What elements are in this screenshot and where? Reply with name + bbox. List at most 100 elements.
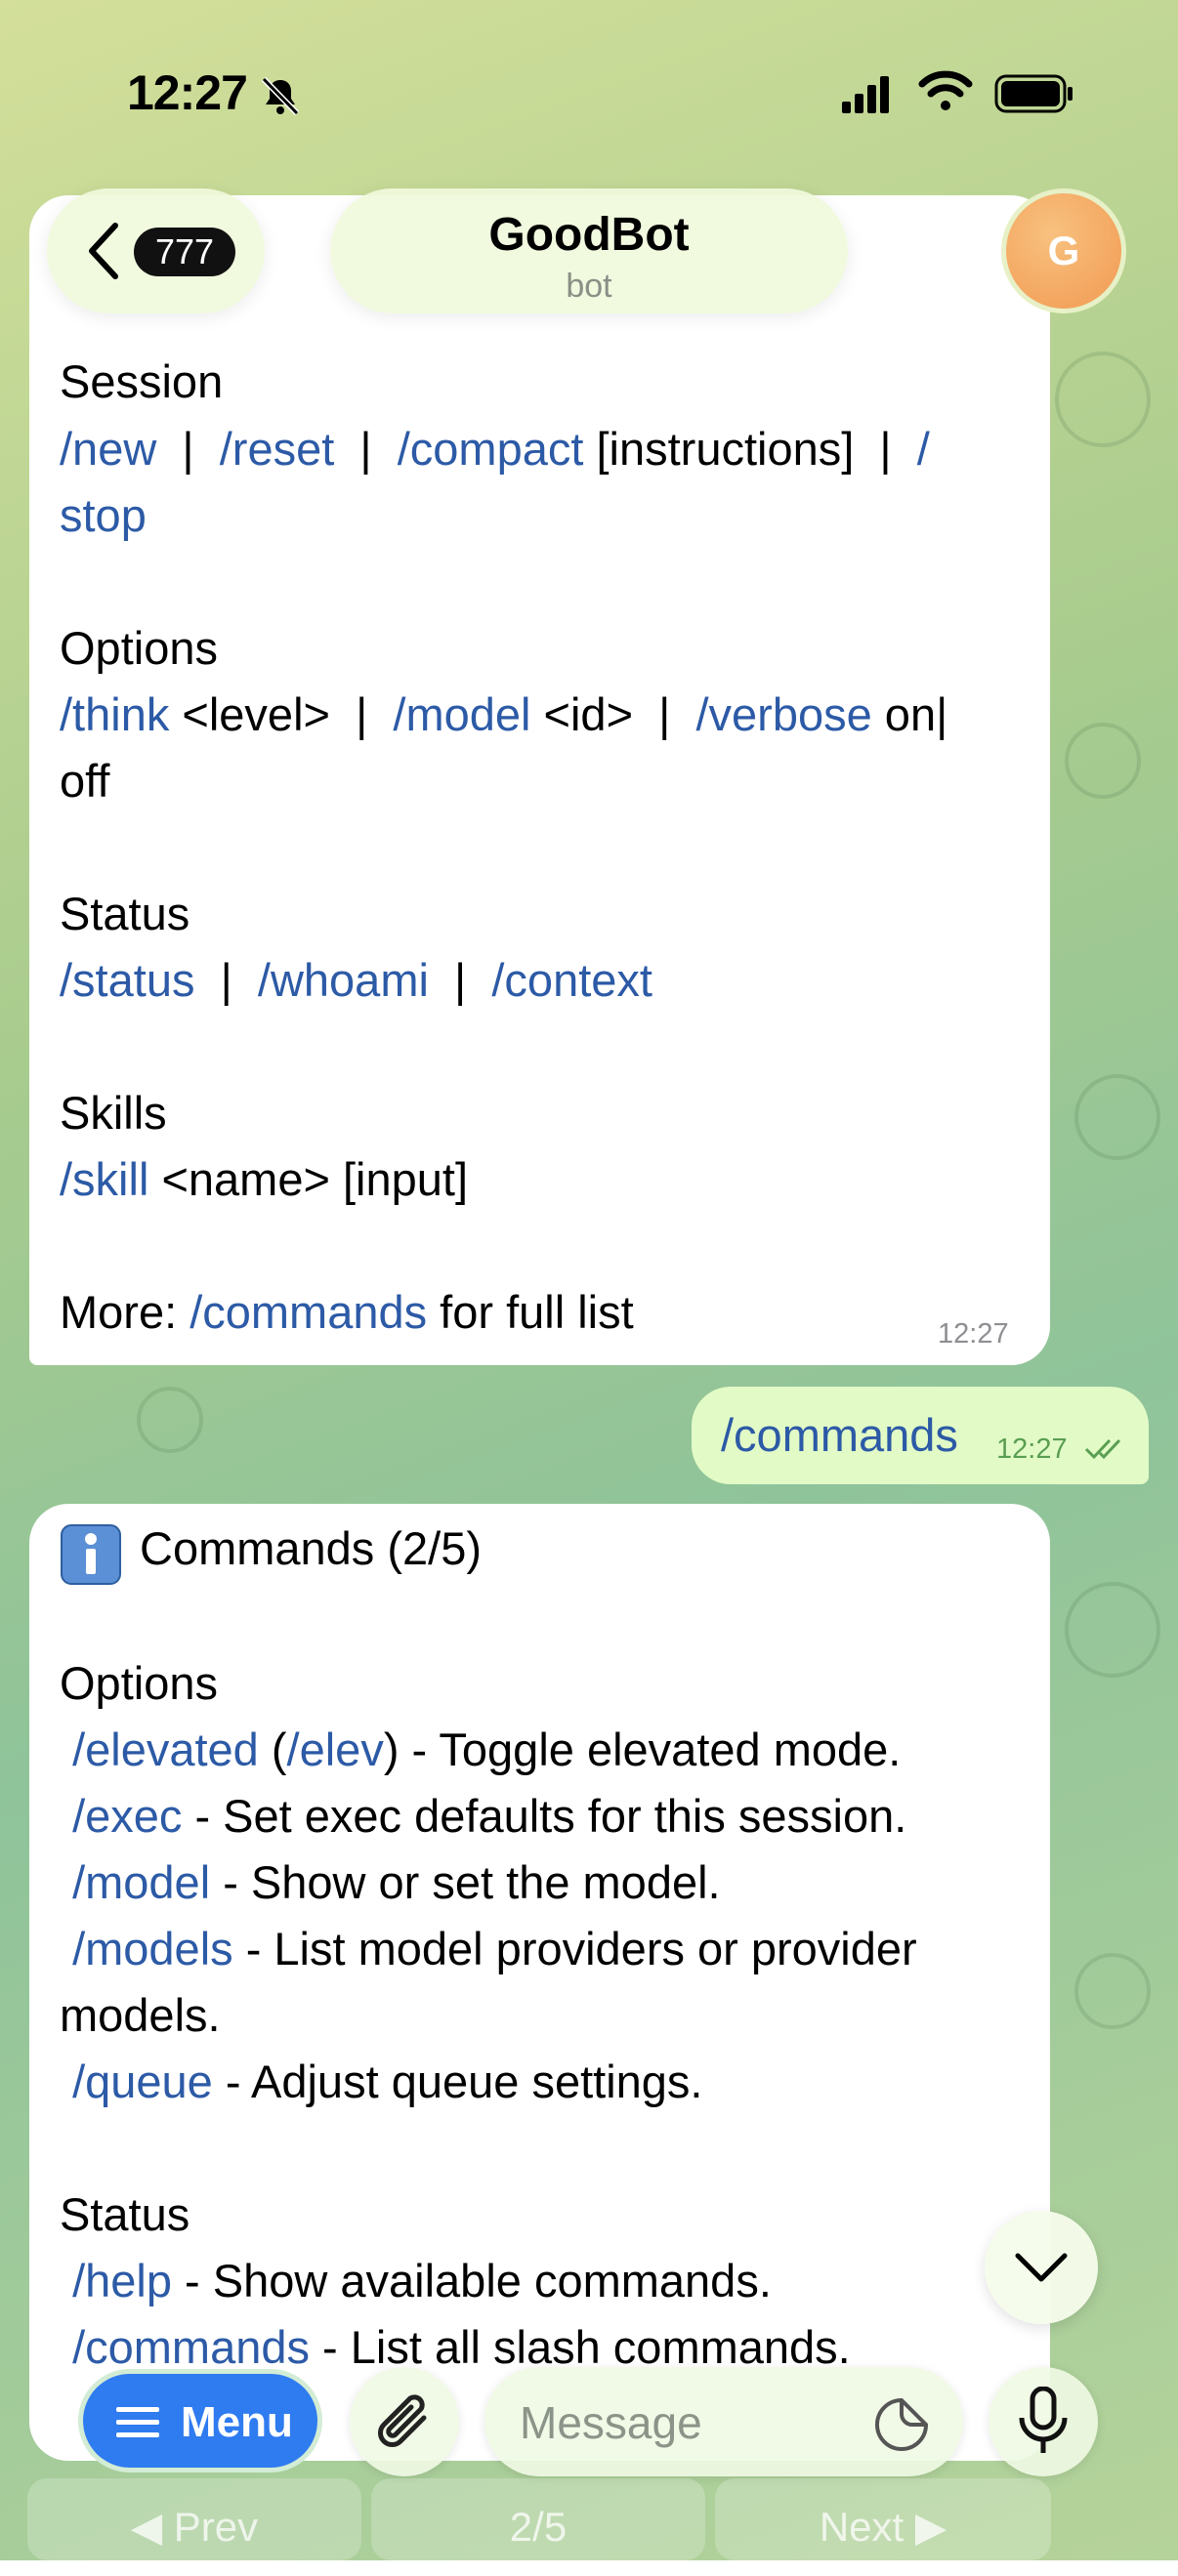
command-link[interactable]: /commands bbox=[72, 2321, 310, 2373]
command-link[interactable]: /model bbox=[393, 688, 530, 740]
message-line: Options bbox=[60, 1656, 218, 1711]
message-text: Status bbox=[60, 2188, 190, 2240]
chat-header[interactable]: GoodBot bot bbox=[330, 188, 848, 313]
message-text: Status bbox=[60, 888, 190, 939]
command-link[interactable]: /compact bbox=[398, 423, 584, 475]
voice-message-button[interactable] bbox=[989, 2367, 1098, 2476]
message-text: ( bbox=[258, 1724, 287, 1775]
outgoing-message-text[interactable]: /commands bbox=[721, 1408, 958, 1462]
message-input[interactable] bbox=[518, 2392, 844, 2453]
unread-count-badge: 777 bbox=[134, 228, 235, 276]
wifi-icon bbox=[918, 70, 973, 110]
message-text: - Set exec defaults for this session. bbox=[182, 1790, 907, 1842]
message-line: models. bbox=[60, 1988, 221, 2043]
message-text: | bbox=[194, 954, 258, 1006]
message-line: /status | /whoami | /context bbox=[60, 953, 652, 1008]
message-line: Options bbox=[60, 621, 218, 676]
command-link[interactable]: /status bbox=[60, 954, 194, 1006]
command-link[interactable]: /context bbox=[491, 954, 652, 1006]
bell-slash-icon bbox=[261, 76, 300, 116]
message-text: Session bbox=[60, 355, 224, 407]
command-link[interactable]: /model bbox=[72, 1856, 210, 1908]
command-link[interactable]: /models bbox=[72, 1923, 233, 1974]
command-link[interactable]: stop bbox=[60, 489, 147, 541]
message-line: stop bbox=[60, 488, 147, 543]
message-text bbox=[60, 2255, 72, 2306]
command-link[interactable]: / bbox=[917, 423, 930, 475]
message-input-field[interactable] bbox=[484, 2367, 963, 2476]
message-line: /models - List model providers or provid… bbox=[60, 1922, 917, 1976]
menu-label: Menu bbox=[181, 2398, 293, 2446]
status-time: 12:27 bbox=[127, 65, 248, 120]
page-indicator[interactable]: 2/5 bbox=[371, 2478, 705, 2560]
message-line: /new | /reset | /compact [instructions] … bbox=[60, 422, 930, 477]
pagination-bar: ◀ Prev 2/5 Next ▶ bbox=[27, 2478, 1051, 2560]
command-link[interactable]: /elev bbox=[287, 1724, 384, 1775]
message-text: | bbox=[156, 423, 220, 475]
paperclip-icon bbox=[378, 2394, 427, 2447]
message-text: off bbox=[60, 755, 110, 807]
command-link[interactable]: /queue bbox=[72, 2056, 213, 2107]
attach-button[interactable] bbox=[350, 2367, 459, 2476]
message-line: Skills bbox=[60, 1086, 167, 1141]
outgoing-message-bubble: /commands 12:27 bbox=[692, 1387, 1149, 1484]
message-text: Options bbox=[60, 622, 218, 674]
message-line: /model - Show or set the model. bbox=[60, 1855, 721, 1910]
command-link[interactable]: /commands bbox=[189, 1286, 427, 1338]
message-text bbox=[60, 1724, 72, 1775]
avatar[interactable]: G bbox=[1001, 188, 1126, 313]
incoming-message-bubble-commands bbox=[29, 1504, 1050, 2461]
message-text bbox=[60, 2321, 72, 2373]
message-time: 12:27 bbox=[938, 1318, 1009, 1350]
command-link[interactable]: /verbose bbox=[695, 688, 871, 740]
scroll-to-bottom-button[interactable] bbox=[985, 2211, 1098, 2324]
message-text: | bbox=[428, 954, 492, 1006]
message-line: More: /commands for full list bbox=[60, 1285, 634, 1340]
message-text: - Adjust queue settings. bbox=[212, 2056, 703, 2107]
command-link[interactable]: /new bbox=[60, 423, 156, 475]
message-line: off bbox=[60, 754, 109, 809]
outgoing-message-time: 12:27 bbox=[996, 1433, 1068, 1465]
message-line: Session bbox=[60, 354, 223, 409]
info-icon bbox=[61, 1524, 121, 1585]
command-link[interactable]: /whoami bbox=[258, 954, 429, 1006]
command-link[interactable]: /reset bbox=[220, 423, 335, 475]
chat-subtitle: bot bbox=[566, 268, 612, 305]
next-page-button[interactable]: Next ▶ bbox=[715, 2478, 1051, 2560]
message-line: Status bbox=[60, 887, 189, 941]
microphone-icon bbox=[1019, 2387, 1068, 2453]
chevron-left-icon bbox=[89, 223, 118, 279]
message-text: | bbox=[334, 423, 398, 475]
message-text: models. bbox=[60, 1989, 221, 2041]
message-text bbox=[60, 2056, 72, 2107]
message-text: Options bbox=[60, 1657, 218, 1709]
message-line: /think <level> | /model <id> | /verbose … bbox=[60, 687, 947, 742]
message-text: - List all slash commands. bbox=[309, 2321, 851, 2373]
message-text bbox=[60, 1790, 72, 1842]
sticker-icon[interactable] bbox=[873, 2396, 930, 2453]
command-link[interactable]: /think bbox=[60, 688, 169, 740]
message-line: /skill <name> [input] bbox=[60, 1152, 468, 1207]
command-link[interactable]: /skill bbox=[60, 1153, 148, 1205]
message-text bbox=[60, 1856, 72, 1908]
message-text: for full list bbox=[427, 1286, 634, 1338]
menu-button[interactable]: Menu bbox=[78, 2369, 322, 2472]
message-line: /elevated (/elev) - Toggle elevated mode… bbox=[60, 1723, 901, 1777]
double-check-icon bbox=[1084, 1438, 1121, 1460]
message-text: on| bbox=[871, 688, 948, 740]
message-text: - Show available commands. bbox=[171, 2255, 772, 2306]
message-text: [instructions] | bbox=[583, 423, 917, 475]
command-link[interactable]: /help bbox=[72, 2255, 172, 2306]
prev-page-button[interactable]: ◀ Prev bbox=[27, 2478, 361, 2560]
command-link[interactable]: /exec bbox=[72, 1790, 182, 1842]
message-text: <level> | bbox=[169, 688, 394, 740]
chevron-down-icon bbox=[1015, 2253, 1068, 2282]
message-text: - Show or set the model. bbox=[210, 1856, 721, 1908]
message-text: - List model providers or provider bbox=[232, 1923, 917, 1974]
chat-title: GoodBot bbox=[488, 209, 690, 261]
message-line: /queue - Adjust queue settings. bbox=[60, 2055, 702, 2109]
message-text bbox=[60, 1923, 72, 1974]
message-text: Skills bbox=[60, 1087, 167, 1139]
menu-lines-icon bbox=[116, 2407, 159, 2437]
command-link[interactable]: /elevated bbox=[72, 1724, 259, 1775]
